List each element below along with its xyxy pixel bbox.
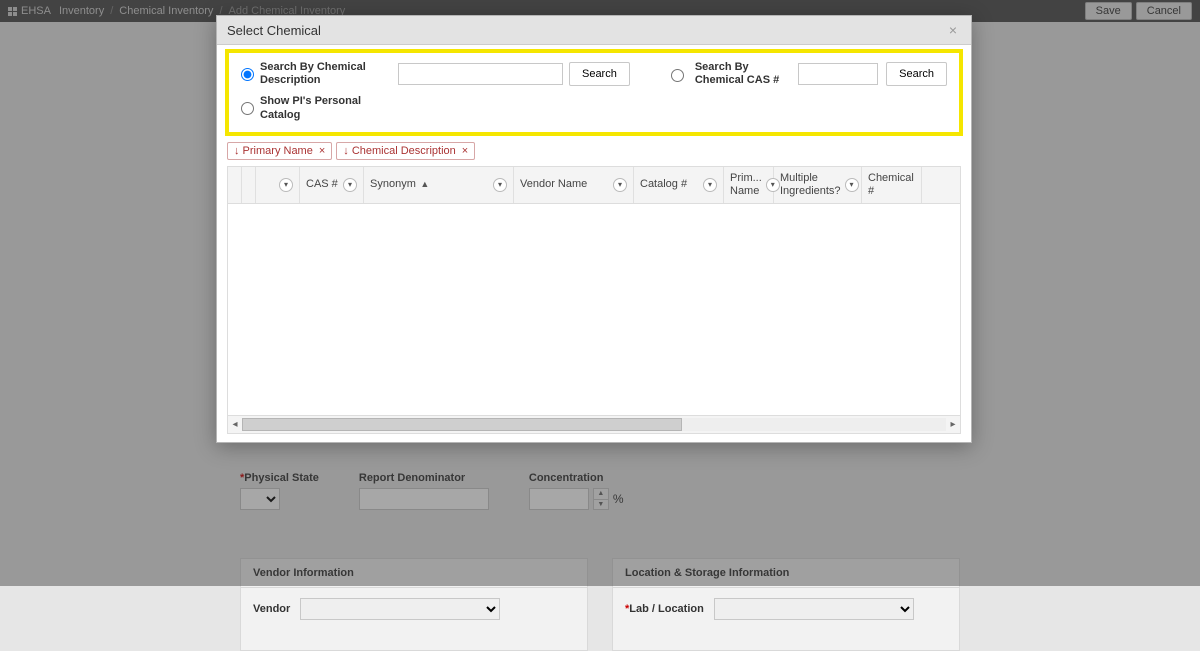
col-label: Multiple Ingredients?	[780, 172, 841, 198]
vendor-select[interactable]	[300, 598, 500, 620]
column-filter-icon[interactable]: ▾	[703, 178, 717, 192]
remove-sort-icon[interactable]: ×	[319, 145, 325, 157]
col-label: Vendor Name	[520, 178, 609, 191]
grid-col-cas[interactable]: CAS # ▾	[300, 167, 364, 203]
grid-col-vendor[interactable]: Vendor Name ▾	[514, 167, 634, 203]
grid-col-multiple-ingredients[interactable]: Multiple Ingredients? ▾	[774, 167, 862, 203]
grid-col-select	[228, 167, 242, 203]
grid-col-synonym[interactable]: Synonym ▲ ▾	[364, 167, 514, 203]
search-panel: Search By Chemical Description Search Sh…	[225, 49, 963, 136]
col-label: CAS #	[306, 178, 339, 191]
grid-col-expand	[242, 167, 256, 203]
col-label: Synonym	[370, 178, 416, 190]
vendor-label: Vendor	[253, 603, 290, 615]
search-cas-input[interactable]	[798, 63, 878, 85]
show-pi-catalog-radio[interactable]	[241, 102, 254, 115]
close-icon[interactable]: ×	[945, 22, 961, 38]
lab-location-label: Lab / Location	[629, 603, 704, 615]
scroll-left-icon[interactable]: ◂	[228, 419, 242, 430]
sort-tag-label: ↓ Chemical Description	[343, 145, 455, 157]
grid-col-chemical-number[interactable]: Chemical #	[862, 167, 922, 203]
column-filter-icon[interactable]: ▾	[493, 178, 507, 192]
sort-asc-icon: ▲	[418, 179, 429, 189]
column-filter-icon[interactable]: ▾	[613, 178, 627, 192]
modal-titlebar: Select Chemical ×	[217, 16, 971, 45]
grid-col-catalog[interactable]: Catalog # ▾	[634, 167, 724, 203]
sort-tag-label: ↓ Primary Name	[234, 145, 313, 157]
horizontal-scrollbar[interactable]: ◂ ▸	[228, 415, 960, 433]
results-grid: ▾ CAS # ▾ Synonym ▲ ▾ Vendor Name ▾ Cata…	[227, 166, 961, 434]
select-chemical-modal: Select Chemical × Search By Chemical Des…	[216, 15, 972, 443]
search-by-cas-radio[interactable]	[671, 69, 684, 82]
search-by-description-label: Search By Chemical Description	[260, 61, 392, 87]
column-filter-icon[interactable]: ▾	[845, 178, 859, 192]
search-cas-button[interactable]: Search	[886, 62, 947, 86]
grid-header: ▾ CAS # ▾ Synonym ▲ ▾ Vendor Name ▾ Cata…	[228, 166, 960, 204]
remove-sort-icon[interactable]: ×	[462, 145, 468, 157]
sort-tag-chemical-description[interactable]: ↓ Chemical Description ×	[336, 142, 475, 160]
scroll-thumb[interactable]	[242, 418, 682, 431]
col-label: Chemical #	[868, 172, 915, 198]
modal-title: Select Chemical	[227, 23, 321, 38]
search-by-cas-label: Search By Chemical CAS #	[695, 61, 790, 87]
grid-col-primary-name[interactable]: Prim... Name ▾	[724, 167, 774, 203]
col-label: Catalog #	[640, 178, 699, 191]
scroll-right-icon[interactable]: ▸	[946, 419, 960, 430]
column-filter-icon[interactable]: ▾	[279, 178, 293, 192]
search-description-input[interactable]	[398, 63, 563, 85]
grid-body-empty	[228, 204, 960, 415]
lab-location-select[interactable]	[714, 598, 914, 620]
search-description-button[interactable]: Search	[569, 62, 630, 86]
search-by-description-radio[interactable]	[241, 68, 254, 81]
sort-tags: ↓ Primary Name × ↓ Chemical Description …	[227, 142, 961, 160]
sort-tag-primary-name[interactable]: ↓ Primary Name ×	[227, 142, 332, 160]
column-filter-icon[interactable]: ▾	[343, 178, 357, 192]
show-pi-catalog-label: Show PI's Personal Catalog	[260, 95, 400, 121]
grid-col-blank[interactable]: ▾	[256, 167, 300, 203]
col-label: Prim... Name	[730, 172, 762, 198]
